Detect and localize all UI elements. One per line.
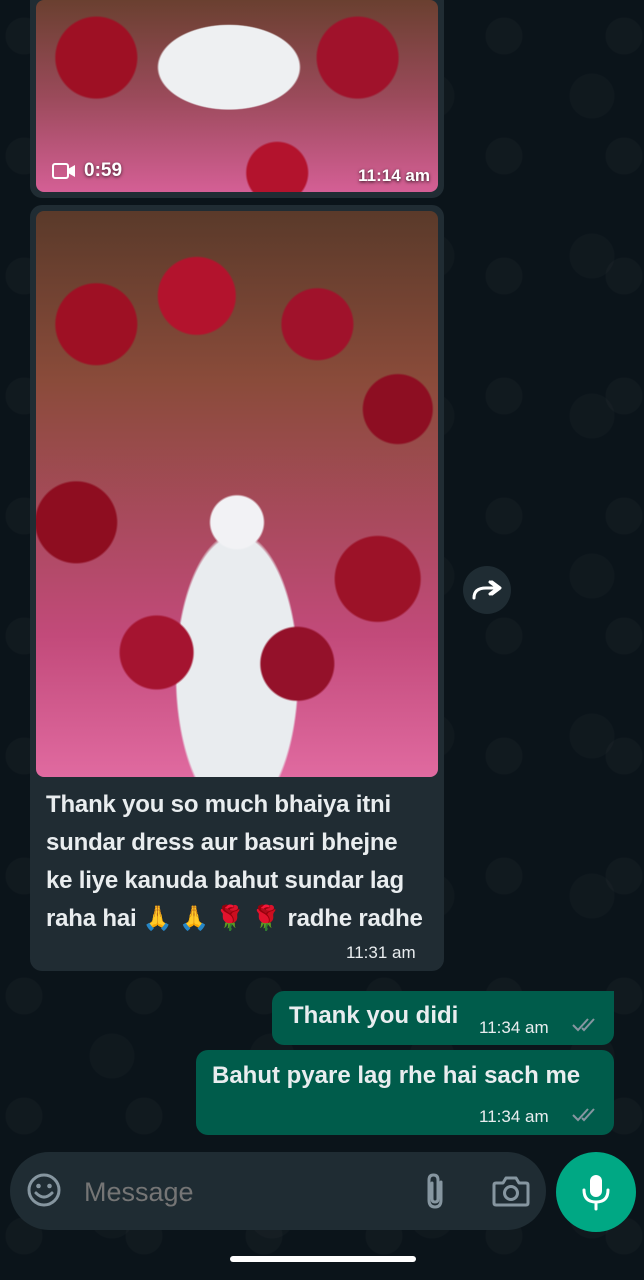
microphone-icon [582, 1175, 610, 1211]
double-check-icon [572, 1108, 595, 1122]
outgoing-message-1-text: Thank you didi [289, 1002, 459, 1029]
message-composer [10, 1152, 546, 1230]
photo-time: 11:31 am [346, 943, 416, 962]
outgoing-message-2-time: 11:34 am [479, 1107, 549, 1126]
photo-image[interactable] [36, 211, 438, 777]
outgoing-message-2-text: Bahut pyare lag rhe hai sach me [212, 1062, 581, 1089]
paperclip-icon[interactable] [421, 1172, 449, 1210]
video-duration-row: 0:59 [52, 160, 122, 182]
forward-button[interactable] [463, 566, 511, 614]
outgoing-message-1-time: 11:34 am [479, 1018, 549, 1037]
video-camera-icon [52, 163, 75, 179]
photo-caption: Thank you so much bhaiya itni sundar dre… [46, 791, 423, 932]
emoji-icon[interactable] [26, 1172, 62, 1208]
forward-icon [472, 580, 502, 600]
video-time: 11:14 am [358, 166, 430, 185]
gesture-home-bar[interactable] [230, 1256, 416, 1262]
video-duration: 0:59 [84, 160, 123, 181]
video-message[interactable]: 0:59 11:14 am [30, 0, 444, 198]
message-input[interactable] [82, 1171, 386, 1213]
photo-image-content [36, 211, 438, 777]
double-check-icon [572, 1018, 595, 1032]
voice-message-button[interactable] [556, 1152, 636, 1232]
camera-icon[interactable] [492, 1174, 530, 1208]
